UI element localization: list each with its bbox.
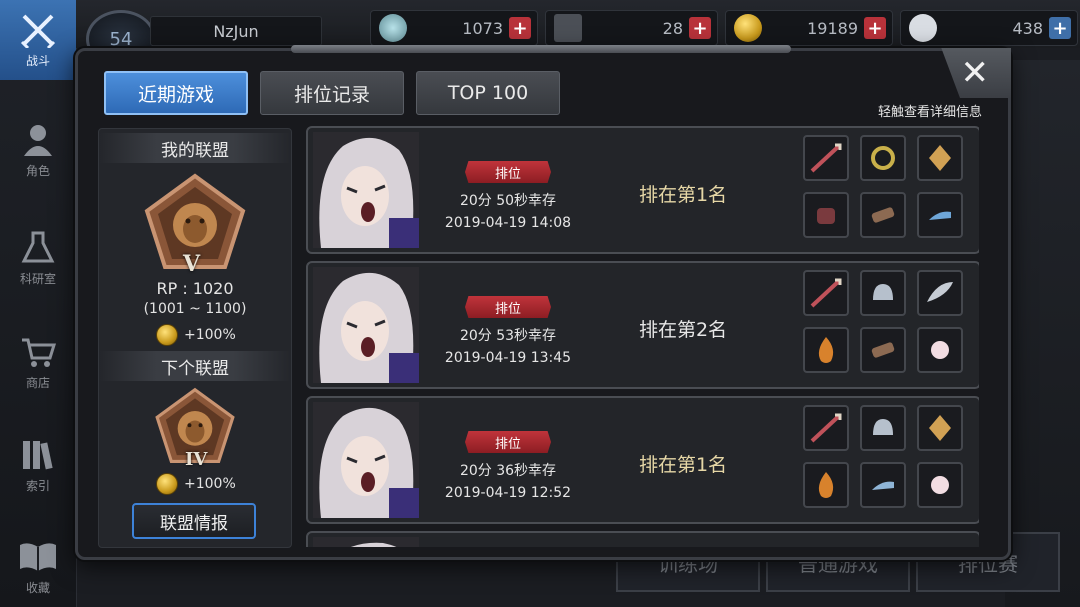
match-timestamp: 2019-04-19 14:08 bbox=[444, 215, 572, 231]
player-name[interactable]: NzJun bbox=[150, 16, 322, 46]
currency-bp: 438 + bbox=[900, 10, 1078, 46]
next-rank-numeral: IV bbox=[185, 449, 208, 470]
next-bonus: +100% bbox=[156, 473, 236, 495]
flask-icon bbox=[18, 230, 58, 266]
books-icon bbox=[18, 437, 58, 473]
gold-coin-icon bbox=[156, 324, 178, 346]
character-icon bbox=[18, 122, 58, 158]
alliance-panel: 我的联盟 V RP : 1020 (1001 ~ 1100) +100% 下个联… bbox=[98, 128, 292, 548]
next-bonus-value: +100% bbox=[184, 476, 236, 492]
nav-label: 科研室 bbox=[19, 271, 56, 286]
match-placement: 排在第1名 bbox=[638, 454, 728, 476]
mode-tag: 排位 bbox=[465, 431, 551, 453]
nav-label: 索引 bbox=[25, 478, 50, 493]
character-portrait bbox=[313, 537, 419, 547]
background-right-panel bbox=[1005, 60, 1080, 607]
nav-item-collection[interactable]: 收藏 bbox=[0, 527, 76, 607]
dialog-drag-handle bbox=[291, 45, 791, 53]
shopping-cart-icon bbox=[18, 334, 58, 370]
pearl-icon[interactable] bbox=[917, 462, 963, 508]
detail-hint: 轻触查看详细信息 bbox=[877, 105, 982, 120]
spear-icon[interactable] bbox=[803, 270, 849, 316]
match-list[interactable]: 排位 20分 50秒幸存 2019-04-19 14:08 排在第1名 排位 2… bbox=[306, 126, 979, 547]
nav-item-battle[interactable]: 战斗 bbox=[0, 0, 76, 80]
tab-top-100[interactable]: TOP 100 bbox=[416, 71, 560, 115]
rp-range: (1001 ~ 1100) bbox=[143, 301, 247, 317]
gem-icon[interactable] bbox=[917, 135, 963, 181]
survival-time: 20分 53秒幸存 bbox=[459, 328, 557, 344]
gem-icon[interactable] bbox=[917, 405, 963, 451]
add-currency-button[interactable]: + bbox=[864, 17, 886, 39]
nav-label: 商店 bbox=[25, 375, 50, 390]
gold-coin-icon bbox=[156, 473, 178, 495]
mode-tag: 排位 bbox=[465, 161, 551, 183]
match-row[interactable]: 排位 20分 36秒幸存 2019-04-19 12:52 排在第1名 bbox=[306, 396, 979, 524]
shoes-icon[interactable] bbox=[860, 462, 906, 508]
armguard-icon[interactable] bbox=[860, 192, 906, 238]
nav-item-index[interactable]: 索引 bbox=[0, 425, 76, 505]
recent-games-dialog: ✕ 近期游戏 排位记录 TOP 100 轻触查看详细信息 我的联盟 V RP :… bbox=[75, 45, 1011, 560]
nav-item-character[interactable]: 角色 bbox=[0, 110, 76, 190]
open-book-icon bbox=[18, 539, 58, 575]
my-alliance-title: 我的联盟 bbox=[99, 133, 291, 163]
alliance-info-button[interactable]: 联盟情报 bbox=[132, 503, 256, 539]
gold-coin-icon bbox=[734, 14, 762, 42]
currency-feather: 1073 + bbox=[370, 10, 538, 46]
match-row[interactable]: 排位 20分 50秒幸存 2019-04-19 14:08 排在第1名 bbox=[306, 126, 979, 254]
pearl-icon[interactable] bbox=[917, 327, 963, 373]
my-rank-numeral: V bbox=[183, 251, 201, 277]
match-placement: 排在第1名 bbox=[638, 184, 728, 206]
close-icon: ✕ bbox=[960, 53, 990, 93]
next-alliance-title: 下个联盟 bbox=[99, 351, 291, 381]
gauntlet-icon[interactable] bbox=[803, 192, 849, 238]
currency-gold: 19189 + bbox=[725, 10, 893, 46]
spear-icon[interactable] bbox=[803, 405, 849, 451]
add-currency-button[interactable]: + bbox=[1049, 17, 1071, 39]
shoes-icon[interactable] bbox=[917, 192, 963, 238]
character-portrait bbox=[313, 402, 419, 518]
armguard-icon[interactable] bbox=[860, 327, 906, 373]
match-timestamp: 2019-04-19 12:52 bbox=[444, 485, 572, 501]
survival-time: 20分 36秒幸存 bbox=[459, 463, 557, 479]
wing-icon[interactable] bbox=[917, 270, 963, 316]
my-bonus-value: +100% bbox=[184, 327, 236, 343]
flame-icon[interactable] bbox=[803, 327, 849, 373]
add-currency-button[interactable]: + bbox=[689, 17, 711, 39]
nav-label: 收藏 bbox=[25, 580, 50, 595]
match-placement: 排在第2名 bbox=[638, 319, 728, 341]
nav-label: 战斗 bbox=[25, 53, 50, 68]
bp-paw-icon bbox=[909, 14, 937, 42]
rp-value: RP : 1020 bbox=[156, 279, 234, 298]
currency-value: 19189 bbox=[807, 18, 858, 38]
close-button[interactable]: ✕ bbox=[941, 48, 1011, 98]
add-currency-button[interactable]: + bbox=[509, 17, 531, 39]
nav-item-lab[interactable]: 科研室 bbox=[0, 218, 76, 298]
blade-icon bbox=[554, 14, 582, 42]
match-row[interactable]: 排位 20分 53秒幸存 2019-04-19 13:45 排在第2名 bbox=[306, 261, 979, 389]
character-portrait bbox=[313, 132, 419, 248]
spear-icon[interactable] bbox=[803, 135, 849, 181]
left-navigation: 战斗 角色 科研室 商店 索引 收藏 bbox=[0, 0, 77, 607]
currency-value: 1073 bbox=[462, 18, 503, 38]
nav-label: 角色 bbox=[25, 163, 50, 178]
currency-value: 438 bbox=[1012, 18, 1043, 38]
survival-time: 20分 50秒幸存 bbox=[459, 193, 557, 209]
mode-tag: 排位 bbox=[465, 296, 551, 318]
nav-item-shop[interactable]: 商店 bbox=[0, 322, 76, 402]
currency-value: 28 bbox=[662, 18, 683, 38]
match-timestamp: 2019-04-19 13:45 bbox=[444, 350, 572, 366]
my-bonus: +100% bbox=[156, 324, 236, 346]
match-row[interactable] bbox=[306, 531, 979, 547]
character-portrait bbox=[313, 267, 419, 383]
ring-icon[interactable] bbox=[860, 135, 906, 181]
flame-icon[interactable] bbox=[803, 462, 849, 508]
tab-ranked-history[interactable]: 排位记录 bbox=[260, 71, 404, 115]
helmet-icon[interactable] bbox=[860, 270, 906, 316]
tab-recent-games[interactable]: 近期游戏 bbox=[104, 71, 248, 115]
crossed-swords-icon bbox=[18, 12, 58, 48]
helmet-icon[interactable] bbox=[860, 405, 906, 451]
feather-icon bbox=[379, 14, 407, 42]
currency-blade: 28 + bbox=[545, 10, 718, 46]
